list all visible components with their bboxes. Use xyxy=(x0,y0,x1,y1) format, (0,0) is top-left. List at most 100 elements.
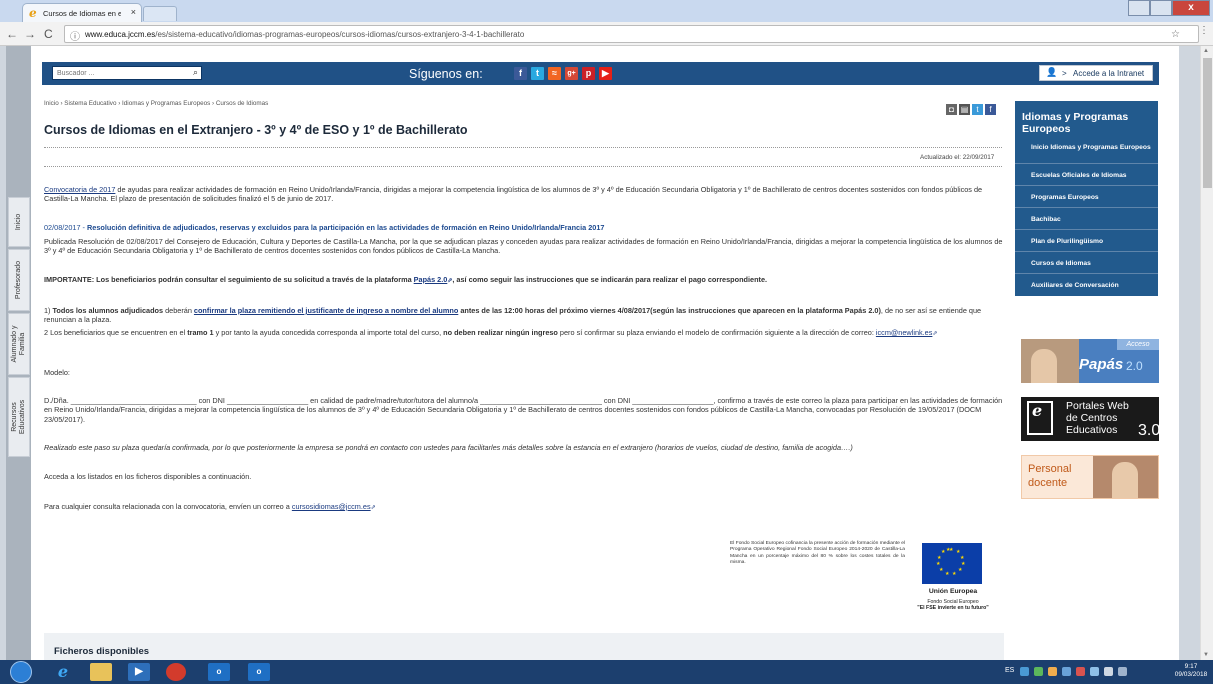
personal-docente-banner[interactable]: Personal docente xyxy=(1021,455,1159,499)
importante-paragraph: IMPORTANTE: Los beneficiarios podrán con… xyxy=(44,275,768,284)
share-icons: ◘ ▤ t f xyxy=(946,104,1000,116)
address-toolbar: ← → C ⓘ www.educa.jccm.es/es/sistema-edu… xyxy=(0,22,1213,46)
tray-icon[interactable] xyxy=(1076,667,1085,676)
tray-icon[interactable] xyxy=(1048,667,1057,676)
confirmar-plaza-link[interactable]: confirmar la plaza remitiendo el justifi… xyxy=(194,306,458,315)
scroll-down-icon[interactable]: ▼ xyxy=(1203,652,1209,658)
sidebar-item-programas[interactable]: Programas Europeos xyxy=(1015,186,1158,208)
papas-banner[interactable]: Acceso Papás 2.0 xyxy=(1021,339,1159,383)
acceso-label: Acceso xyxy=(1117,339,1159,350)
convocatoria-link[interactable]: Convocatoria de 2017 xyxy=(44,185,115,194)
modelo-label: Modelo: xyxy=(44,368,70,377)
ie-taskbar-icon[interactable]: e xyxy=(52,663,74,681)
network-icon[interactable] xyxy=(1090,667,1099,676)
intranet-button[interactable]: 👤 > Accede a la Intranet xyxy=(1039,65,1153,81)
user-icon: 👤 xyxy=(1046,67,1058,77)
tray-icon[interactable] xyxy=(1034,667,1043,676)
facebook-share-icon[interactable]: f xyxy=(985,104,996,115)
eu-flag-icon: ★ ★ ★ ★ ★ ★ ★ ★ ★ ★ ★ ★ xyxy=(922,543,982,584)
updated-divider xyxy=(44,166,1002,167)
info-icon[interactable]: ⓘ xyxy=(70,28,80,43)
files-title: Ficheros disponibles xyxy=(54,646,150,657)
camera-icon[interactable]: ◘ xyxy=(946,104,957,115)
intranet-arrow: > xyxy=(1062,69,1067,78)
acceda-paragraph: Acceda a los listados en los ficheros di… xyxy=(44,472,252,481)
side-tab-recursos[interactable]: Recursos Educativos xyxy=(8,377,30,457)
resolucion-heading: 02/08/2017 - Resolución definitiva de ad… xyxy=(44,223,605,232)
bookmark-star-icon[interactable]: ☆ xyxy=(1171,29,1180,40)
twitter-icon[interactable]: t xyxy=(531,67,544,80)
content-area xyxy=(31,46,1179,660)
eu-name: Unión Europea xyxy=(928,588,978,595)
print-icon[interactable]: ▤ xyxy=(959,104,970,115)
outlook-taskbar-icon-2[interactable]: o xyxy=(248,663,270,681)
tray-icon[interactable] xyxy=(1020,667,1029,676)
page-title: Cursos de Idiomas en el Extranjero - 3º … xyxy=(44,123,468,137)
papas-version: 2.0 xyxy=(1126,359,1143,373)
portales-logo-icon: e xyxy=(1027,401,1053,435)
windows-taskbar: e ▶ o o ES 9:17 09/03/2018 xyxy=(0,660,1213,684)
sidebar-item-auxiliares[interactable]: Auxiliares de Conversación xyxy=(1015,274,1158,296)
fse-notice: El Fondo Social Europeo cofinancia la pr… xyxy=(730,541,905,566)
scroll-up-icon[interactable]: ▲ xyxy=(1203,48,1209,54)
papas-label: Papás xyxy=(1079,356,1124,373)
youtube-icon[interactable]: ▶ xyxy=(599,67,612,80)
facebook-icon[interactable]: f xyxy=(514,67,527,80)
sidebar-title: Idiomas y Programas Europeos xyxy=(1022,111,1129,135)
resolucion-paragraph: Publicada Resolución de 02/08/2017 del C… xyxy=(44,237,1003,256)
url-input[interactable]: ⓘ www.educa.jccm.es/es/sistema-educativo… xyxy=(64,25,1199,43)
media-taskbar-icon[interactable]: ▶ xyxy=(128,663,150,681)
minimize-button[interactable] xyxy=(1128,0,1150,16)
consulta-paragraph: Para cualquier consulta relacionada con … xyxy=(44,502,376,511)
browser-menu-icon[interactable]: ⋮ xyxy=(1199,25,1209,36)
back-icon[interactable]: ← xyxy=(6,27,18,41)
side-tab-profesorado[interactable]: Profesorado xyxy=(8,249,30,311)
follow-us-label: Síguenos en: xyxy=(409,67,483,81)
teacher-photo-figure xyxy=(1112,462,1138,498)
reload-icon[interactable]: C xyxy=(44,27,53,41)
scrollbar[interactable]: ▲ ▼ xyxy=(1200,46,1213,660)
taskbar-clock[interactable]: 9:17 09/03/2018 xyxy=(1172,663,1210,679)
start-button[interactable] xyxy=(10,661,32,683)
window-close-button[interactable]: x xyxy=(1172,0,1210,16)
scroll-thumb[interactable] xyxy=(1203,58,1212,188)
sidebar-item-cursos[interactable]: Cursos de Idiomas xyxy=(1015,252,1158,274)
side-tab-inicio[interactable]: Inicio xyxy=(8,197,30,247)
sidebar-item-bachibac[interactable]: Bachibac xyxy=(1015,208,1158,230)
portales-banner[interactable]: e Portales Web de Centros Educativos 3.0 xyxy=(1021,397,1159,441)
sidebar-item-inicio-idiomas[interactable]: Inicio Idiomas y Programas Europeos xyxy=(1015,140,1158,164)
title-divider xyxy=(44,147,1002,148)
google-plus-icon[interactable]: g+ xyxy=(565,67,578,80)
papas-link[interactable]: Papás 2.0 xyxy=(414,275,448,284)
maximize-button[interactable] xyxy=(1150,0,1172,16)
search-icon[interactable]: ⌕ xyxy=(193,67,198,78)
browser-tab[interactable]: e Cursos de Idiomas en el × xyxy=(22,3,142,22)
site-header-bar: ⌕ Síguenos en: f t ≈ g+ p ▶ 👤 > Accede a… xyxy=(42,62,1159,85)
side-tab-alumnado[interactable]: Alumnado y Familia xyxy=(8,313,30,375)
forward-icon[interactable]: → xyxy=(24,27,36,41)
eu-subtitle: Fondo Social Europeo "El FSE invierte en… xyxy=(917,599,989,612)
sidebar-item-escuelas[interactable]: Escuelas Oficiales de Idiomas xyxy=(1015,164,1158,186)
volume-icon[interactable] xyxy=(1104,667,1113,676)
pinterest-icon[interactable]: p xyxy=(582,67,595,80)
outlook-taskbar-icon[interactable]: o xyxy=(208,663,230,681)
external-link-icon: ⇗ xyxy=(932,331,938,337)
search-input[interactable] xyxy=(53,67,183,79)
tray-icon[interactable] xyxy=(1062,667,1071,676)
url-text: www.educa.jccm.es/es/sistema-educativo/i… xyxy=(85,30,525,39)
tab-close-button[interactable]: × xyxy=(131,7,136,17)
explorer-taskbar-icon[interactable] xyxy=(90,663,112,681)
language-indicator[interactable]: ES xyxy=(1005,667,1014,674)
sidebar-item-plurilinguismo[interactable]: Plan de Plurilingüismo xyxy=(1015,230,1158,252)
chrome-taskbar-icon[interactable] xyxy=(166,663,186,681)
search-box: ⌕ xyxy=(52,66,202,80)
updated-date: Actualizado el: 22/09/2017 xyxy=(920,154,995,161)
notification-icon[interactable] xyxy=(1118,667,1127,676)
cursosidiomas-email-link[interactable]: cursosidiomas@jccm.es xyxy=(292,502,371,511)
rss-icon[interactable]: ≈ xyxy=(548,67,561,80)
new-tab-button[interactable] xyxy=(143,6,177,21)
twitter-share-icon[interactable]: t xyxy=(972,104,983,115)
breadcrumb[interactable]: Inicio › Sistema Educativo › Idiomas y P… xyxy=(44,100,268,107)
newlink-email-link[interactable]: iccm@newlink.es xyxy=(876,328,932,337)
intranet-label: Accede a la Intranet xyxy=(1073,69,1145,78)
